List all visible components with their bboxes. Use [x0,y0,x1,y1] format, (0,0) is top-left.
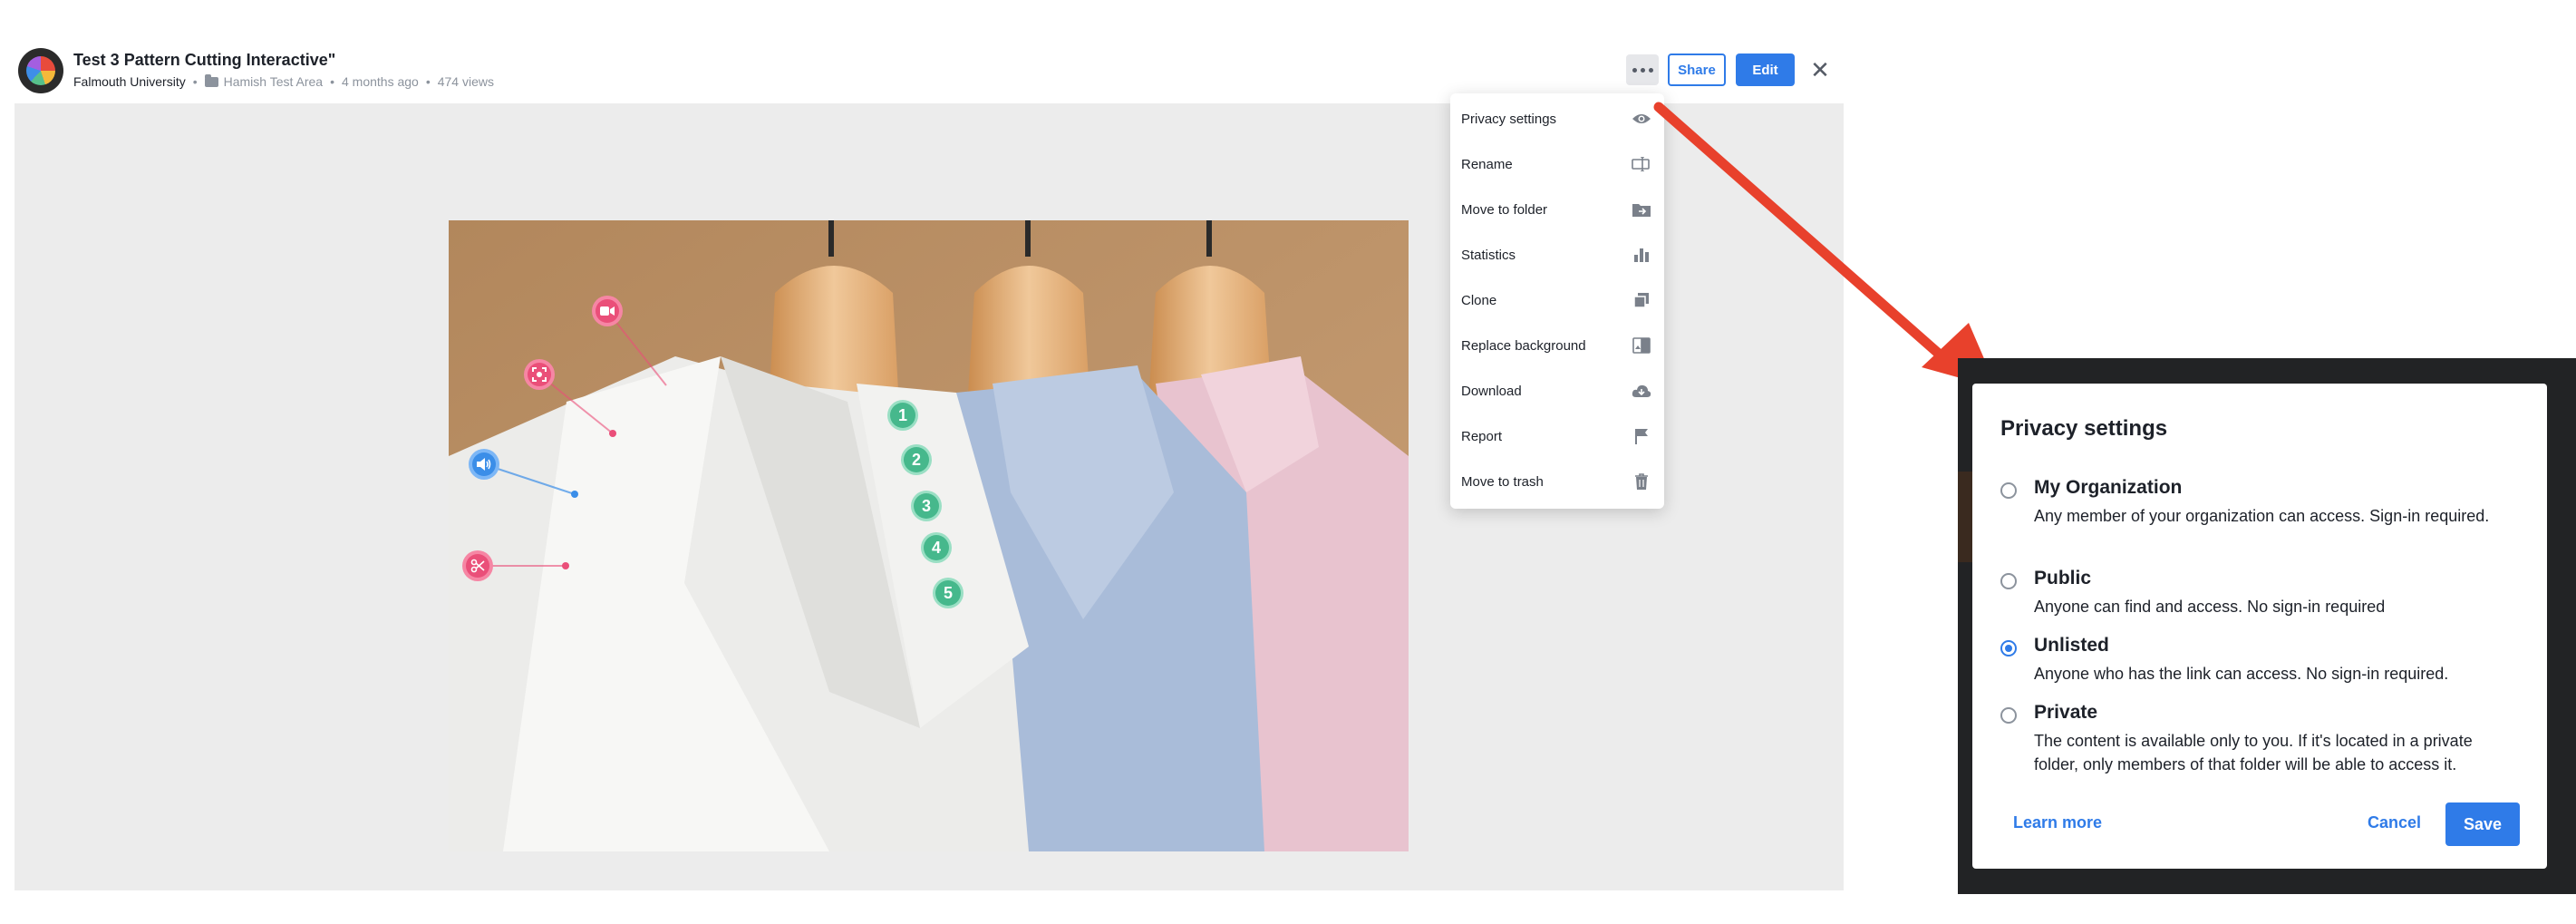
radio-button[interactable] [2000,573,2017,589]
option-title: Private [2034,702,2098,723]
learn-more-link[interactable]: Learn more [2013,813,2102,832]
save-button[interactable]: Save [2445,802,2520,846]
option-title: My Organization [2034,477,2183,498]
radio-button-selected[interactable] [2000,640,2017,657]
option-description: Any member of your organization can acce… [2034,507,2490,525]
dialog-title: Privacy settings [2000,416,2168,441]
radio-button[interactable] [2000,707,2017,724]
option-description: The content is available only to you. If… [2034,732,2473,773]
option-title: Unlisted [2034,635,2109,656]
privacy-settings-dialog: Privacy settings My Organization Any mem… [1972,384,2547,869]
option-title: Public [2034,568,2092,588]
radio-button[interactable] [2000,482,2017,499]
cancel-button[interactable]: Cancel [2368,813,2421,832]
option-description: Anyone who has the link can access. No s… [2034,665,2449,683]
option-description: Anyone can find and access. No sign-in r… [2034,598,2386,616]
